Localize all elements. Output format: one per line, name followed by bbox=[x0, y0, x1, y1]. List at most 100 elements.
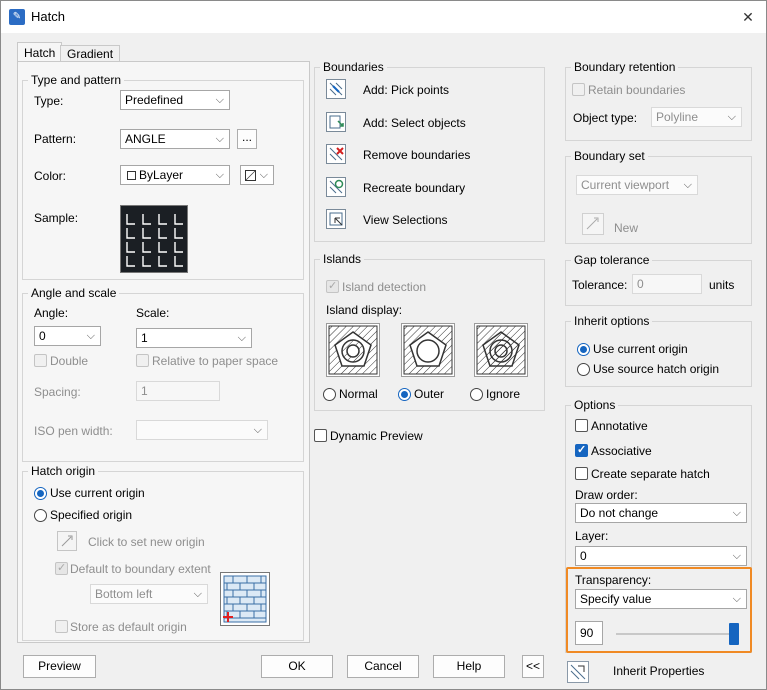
window-title: Hatch bbox=[31, 9, 65, 24]
island-normal-label: Normal bbox=[339, 387, 378, 401]
use-current-origin-radio[interactable] bbox=[34, 487, 47, 500]
tolerance-input[interactable]: 0 bbox=[632, 274, 702, 294]
gap-tolerance-heading: Gap tolerance bbox=[571, 253, 653, 267]
island-outer-icon bbox=[403, 325, 453, 375]
island-ignore-label: Ignore bbox=[486, 387, 521, 401]
scale-combo[interactable]: 1 ⌵ bbox=[136, 328, 252, 348]
collapse-button[interactable]: << bbox=[522, 655, 544, 678]
iso-pen-width-select[interactable]: ⌵ bbox=[136, 420, 268, 440]
spacing-label: Spacing: bbox=[34, 385, 81, 399]
angle-label: Angle: bbox=[34, 306, 69, 320]
pattern-label: Pattern: bbox=[34, 132, 77, 146]
chevron-down-icon: ⌵ bbox=[732, 550, 741, 562]
inherit-use-source-radio[interactable] bbox=[577, 363, 590, 376]
island-detection-checkbox[interactable] bbox=[326, 279, 339, 293]
pattern-select[interactable]: ANGLE ⌵ bbox=[120, 129, 230, 149]
background-color-select[interactable]: ⌵ bbox=[240, 165, 274, 185]
chevron-down-icon: ⌵ bbox=[259, 169, 268, 181]
separate-hatch-checkbox[interactable] bbox=[575, 467, 588, 480]
transparency-value-input[interactable]: 90 bbox=[575, 621, 603, 645]
island-display-label: Island display: bbox=[326, 303, 403, 317]
island-ignore-preview[interactable] bbox=[474, 323, 528, 377]
new-boundary-set-icon[interactable] bbox=[582, 213, 604, 235]
relative-to-paper-checkbox[interactable] bbox=[136, 354, 149, 367]
close-icon[interactable]: ✕ bbox=[736, 5, 760, 29]
transparency-slider-track[interactable] bbox=[616, 633, 739, 635]
recreate-boundary-button[interactable]: Recreate boundary bbox=[363, 181, 465, 195]
retain-boundaries-checkbox[interactable] bbox=[572, 83, 585, 96]
add-pick-points-button[interactable]: Add: Pick points bbox=[363, 83, 449, 97]
angle-combo[interactable]: 0 ⌵ bbox=[34, 326, 101, 346]
preview-button[interactable]: Preview bbox=[23, 655, 96, 678]
pattern-browse-button[interactable]: ... bbox=[237, 129, 257, 149]
island-outer-label: Outer bbox=[414, 387, 445, 401]
ok-button[interactable]: OK bbox=[261, 655, 333, 678]
inherit-options-heading: Inherit options bbox=[571, 314, 653, 328]
transparency-select[interactable]: Specify value ⌵ bbox=[575, 589, 747, 609]
relative-to-paper-label: Relative to paper space bbox=[152, 354, 279, 368]
remove-boundaries-button[interactable]: Remove boundaries bbox=[363, 148, 470, 162]
chevron-down-icon: ⌵ bbox=[732, 507, 741, 519]
default-boundary-extent-checkbox[interactable] bbox=[55, 561, 68, 575]
boundary-set-select[interactable]: Current viewport ⌵ bbox=[576, 175, 698, 195]
type-select[interactable]: Predefined ⌵ bbox=[120, 90, 230, 110]
cancel-button[interactable]: Cancel bbox=[347, 655, 419, 678]
draw-order-label: Draw order: bbox=[575, 488, 638, 502]
island-normal-radio[interactable] bbox=[323, 388, 336, 401]
annotative-checkbox[interactable] bbox=[575, 419, 588, 432]
island-outer-preview[interactable] bbox=[401, 323, 455, 377]
click-to-set-origin-icon[interactable] bbox=[57, 531, 77, 551]
store-default-origin-checkbox[interactable] bbox=[55, 620, 68, 633]
associative-label: Associative bbox=[591, 444, 652, 458]
title-bar: ✎ Hatch ✕ bbox=[1, 1, 766, 33]
inherit-properties-button[interactable]: Inherit Properties bbox=[613, 664, 704, 678]
sample-label: Sample: bbox=[34, 211, 79, 225]
pick-points-icon[interactable] bbox=[326, 79, 346, 99]
double-checkbox[interactable] bbox=[34, 354, 47, 367]
pattern-sample-preview[interactable] bbox=[120, 205, 188, 273]
view-selections-button[interactable]: View Selections bbox=[363, 213, 448, 227]
inherit-properties-icon[interactable] bbox=[567, 661, 589, 683]
island-ignore-radio[interactable] bbox=[470, 388, 483, 401]
angle-and-scale-heading: Angle and scale bbox=[28, 286, 120, 300]
hatch-origin-heading: Hatch origin bbox=[28, 464, 99, 478]
island-normal-preview[interactable] bbox=[326, 323, 380, 377]
island-detection-label: Island detection bbox=[342, 280, 427, 294]
associative-checkbox[interactable] bbox=[575, 443, 588, 457]
crosshair-icon bbox=[61, 535, 73, 547]
origin-position-select[interactable]: Bottom left ⌵ bbox=[90, 584, 208, 604]
object-type-label: Object type: bbox=[573, 111, 638, 125]
retain-boundaries-label: Retain boundaries bbox=[588, 83, 686, 97]
island-outer-radio[interactable] bbox=[398, 388, 411, 401]
inherit-use-source-label: Use source hatch origin bbox=[593, 362, 720, 376]
angle-pattern-icon bbox=[126, 214, 183, 267]
new-boundary-set-label: New bbox=[614, 221, 639, 235]
use-current-origin-label: Use current origin bbox=[50, 486, 145, 500]
default-boundary-extent-label: Default to boundary extent bbox=[70, 562, 211, 576]
inherit-use-current-radio[interactable] bbox=[577, 343, 590, 356]
transparency-slider-thumb[interactable] bbox=[729, 623, 739, 645]
tolerance-label: Tolerance: bbox=[572, 278, 628, 292]
spacing-input[interactable]: 1 bbox=[136, 381, 220, 401]
object-type-select[interactable]: Polyline ⌵ bbox=[651, 107, 742, 127]
remove-boundaries-icon[interactable] bbox=[326, 144, 346, 164]
help-button[interactable]: Help bbox=[433, 655, 505, 678]
recreate-boundary-icon[interactable] bbox=[326, 177, 346, 197]
island-normal-icon bbox=[328, 325, 378, 375]
view-selections-icon[interactable] bbox=[326, 209, 346, 229]
color-label: Color: bbox=[34, 169, 67, 183]
color-select[interactable]: ByLayer ⌵ bbox=[120, 165, 230, 185]
hatch-app-icon: ✎ bbox=[9, 9, 25, 25]
hatch-tab-panel: Type and pattern Type: Predefined ⌵ Patte… bbox=[17, 61, 310, 643]
tolerance-units-label: units bbox=[709, 278, 735, 292]
type-and-pattern-heading: Type and pattern bbox=[28, 73, 125, 87]
layer-label: Layer: bbox=[575, 529, 609, 543]
layer-select[interactable]: 0 ⌵ bbox=[575, 546, 747, 566]
dynamic-preview-checkbox[interactable] bbox=[314, 429, 327, 442]
select-objects-icon[interactable] bbox=[326, 112, 346, 132]
boundaries-heading: Boundaries bbox=[320, 60, 387, 74]
draw-order-select[interactable]: Do not change ⌵ bbox=[575, 503, 747, 523]
specified-origin-radio[interactable] bbox=[34, 509, 47, 522]
add-select-objects-button[interactable]: Add: Select objects bbox=[363, 116, 466, 130]
origin-preview bbox=[220, 572, 270, 626]
